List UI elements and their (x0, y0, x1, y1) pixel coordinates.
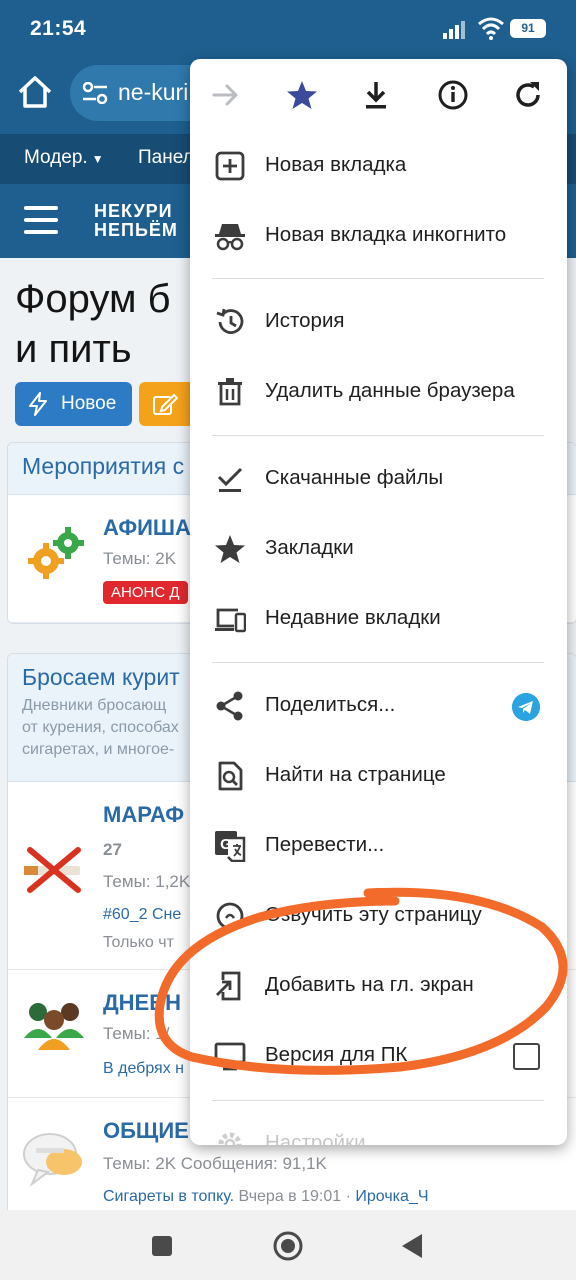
share-icon (216, 691, 243, 721)
node-title[interactable]: ОБЩИЕ (103, 1118, 189, 1144)
site-logo[interactable]: НЕКУРИ НЕПЬЁМ (94, 202, 178, 240)
menu-divider (212, 662, 544, 663)
forward-icon[interactable] (210, 79, 242, 111)
menu-divider (212, 1100, 544, 1101)
node-title[interactable]: АФИША (103, 515, 191, 541)
menu-item-downloads[interactable]: Скачанные файлы (190, 444, 567, 514)
menu-item-recent-tabs[interactable]: Недавние вкладки (190, 584, 567, 654)
menu-item-label: Поделиться... (265, 693, 396, 716)
bookmark-star-icon[interactable] (286, 79, 318, 111)
translate-icon: G (215, 831, 246, 862)
incognito-icon (215, 224, 245, 251)
menu-item-label: Найти на странице (265, 763, 446, 786)
url-text: ne-kuri (118, 79, 189, 105)
announcement-badge[interactable]: АНОНС Д (103, 581, 188, 604)
page-title-line-2: и пить (15, 327, 132, 371)
latest-thread-row: Сигареты в топку. Вчера в 19:01 · Ирочка… (103, 1188, 428, 1206)
settings-icon (218, 1132, 242, 1145)
android-nav-bar (0, 1210, 576, 1280)
page-title-line-1: Форум б (15, 277, 171, 321)
nav-panel[interactable]: Панел (138, 147, 194, 169)
signal-icon (443, 21, 465, 39)
info-icon[interactable] (437, 79, 469, 111)
reload-icon[interactable] (512, 79, 544, 111)
caret-down-icon: ▼ (91, 152, 104, 166)
menu-item-label: Перевести... (265, 833, 385, 856)
menu-item-label: Новая вкладка инкогнито (265, 223, 507, 246)
home-button-icon[interactable] (272, 1230, 304, 1262)
find-icon (218, 761, 243, 791)
menu-item-bookmarks[interactable]: Закладки (190, 514, 567, 584)
logo-line-2: НЕПЬЁМ (94, 220, 178, 240)
node-title[interactable]: МАРАФ (103, 802, 184, 828)
battery-indicator: 91 (510, 19, 546, 38)
menu-item-translate[interactable]: G Перевести... (190, 811, 567, 881)
menu-item-find[interactable]: Найти на странице (190, 741, 567, 811)
trash-icon (218, 378, 242, 406)
menu-item-settings[interactable]: Настройки (190, 1109, 567, 1145)
menu-divider (212, 278, 544, 279)
downloads-icon (217, 467, 243, 492)
wifi-icon (478, 17, 504, 40)
gears-icon (28, 527, 84, 579)
latest-thread-user[interactable]: Ирочка_Ч (355, 1188, 428, 1205)
node-stats: Темы: 2K (103, 549, 177, 568)
menu-item-history[interactable]: История (190, 287, 567, 357)
new-posts-button[interactable]: Новое (15, 382, 132, 426)
menu-item-new-tab[interactable]: Новая вкладка (190, 131, 567, 201)
telegram-icon[interactable] (512, 693, 540, 721)
hamburger-icon[interactable] (24, 206, 58, 234)
menu-item-incognito[interactable]: Новая вкладка инкогнито (190, 201, 567, 271)
no-smoking-icon (24, 847, 81, 893)
new-tab-icon (215, 151, 245, 181)
back-button-icon[interactable] (400, 1232, 424, 1260)
nav-moderation[interactable]: Модер. ▼ (24, 147, 104, 169)
bookmarks-icon (215, 535, 245, 563)
menu-action-row (190, 59, 567, 131)
latest-thread-time: Вчера в 19:01 (238, 1188, 342, 1205)
menu-item-label: Новая вкладка (265, 153, 407, 176)
download-icon[interactable] (360, 79, 392, 111)
node-subtitle: 27 (103, 840, 122, 859)
nav-moderation-label: Модер. (24, 147, 88, 168)
separator-dot: · (345, 1188, 351, 1205)
menu-item-label: Скачанные файлы (265, 466, 444, 489)
site-settings-icon[interactable] (82, 82, 108, 104)
chat-bubbles-icon (23, 1133, 82, 1188)
battery-level: 91 (521, 21, 535, 35)
page-title: Форум б и пить (15, 274, 171, 374)
recent-tabs-icon (215, 608, 246, 633)
node-stats: Темы: 2K Сообщения: 91,1K (103, 1154, 327, 1173)
lightning-icon (29, 392, 47, 416)
menu-item-clear-data[interactable]: Удалить данные браузера (190, 357, 567, 427)
users-group-icon (24, 1003, 84, 1050)
menu-item-label: Настройки (265, 1131, 366, 1145)
new-posts-label: Новое (61, 393, 117, 414)
menu-divider (212, 435, 544, 436)
history-icon (216, 308, 244, 334)
edit-icon (153, 393, 178, 415)
latest-thread-link[interactable]: Сигареты в топку. (103, 1188, 234, 1205)
menu-item-label: Удалить данные браузера (265, 379, 515, 402)
status-bar: 21:54 91 (0, 0, 576, 58)
home-icon[interactable] (16, 74, 54, 110)
menu-item-label: Закладки (265, 536, 354, 559)
status-time: 21:54 (30, 17, 87, 40)
menu-item-label: История (265, 309, 345, 332)
highlight-annotation-circle (154, 887, 568, 1075)
recents-button-icon[interactable] (150, 1234, 174, 1258)
menu-item-label: Недавние вкладки (265, 606, 441, 629)
logo-line-1: НЕКУРИ (94, 201, 173, 221)
menu-item-share[interactable]: Поделиться... (190, 671, 567, 741)
